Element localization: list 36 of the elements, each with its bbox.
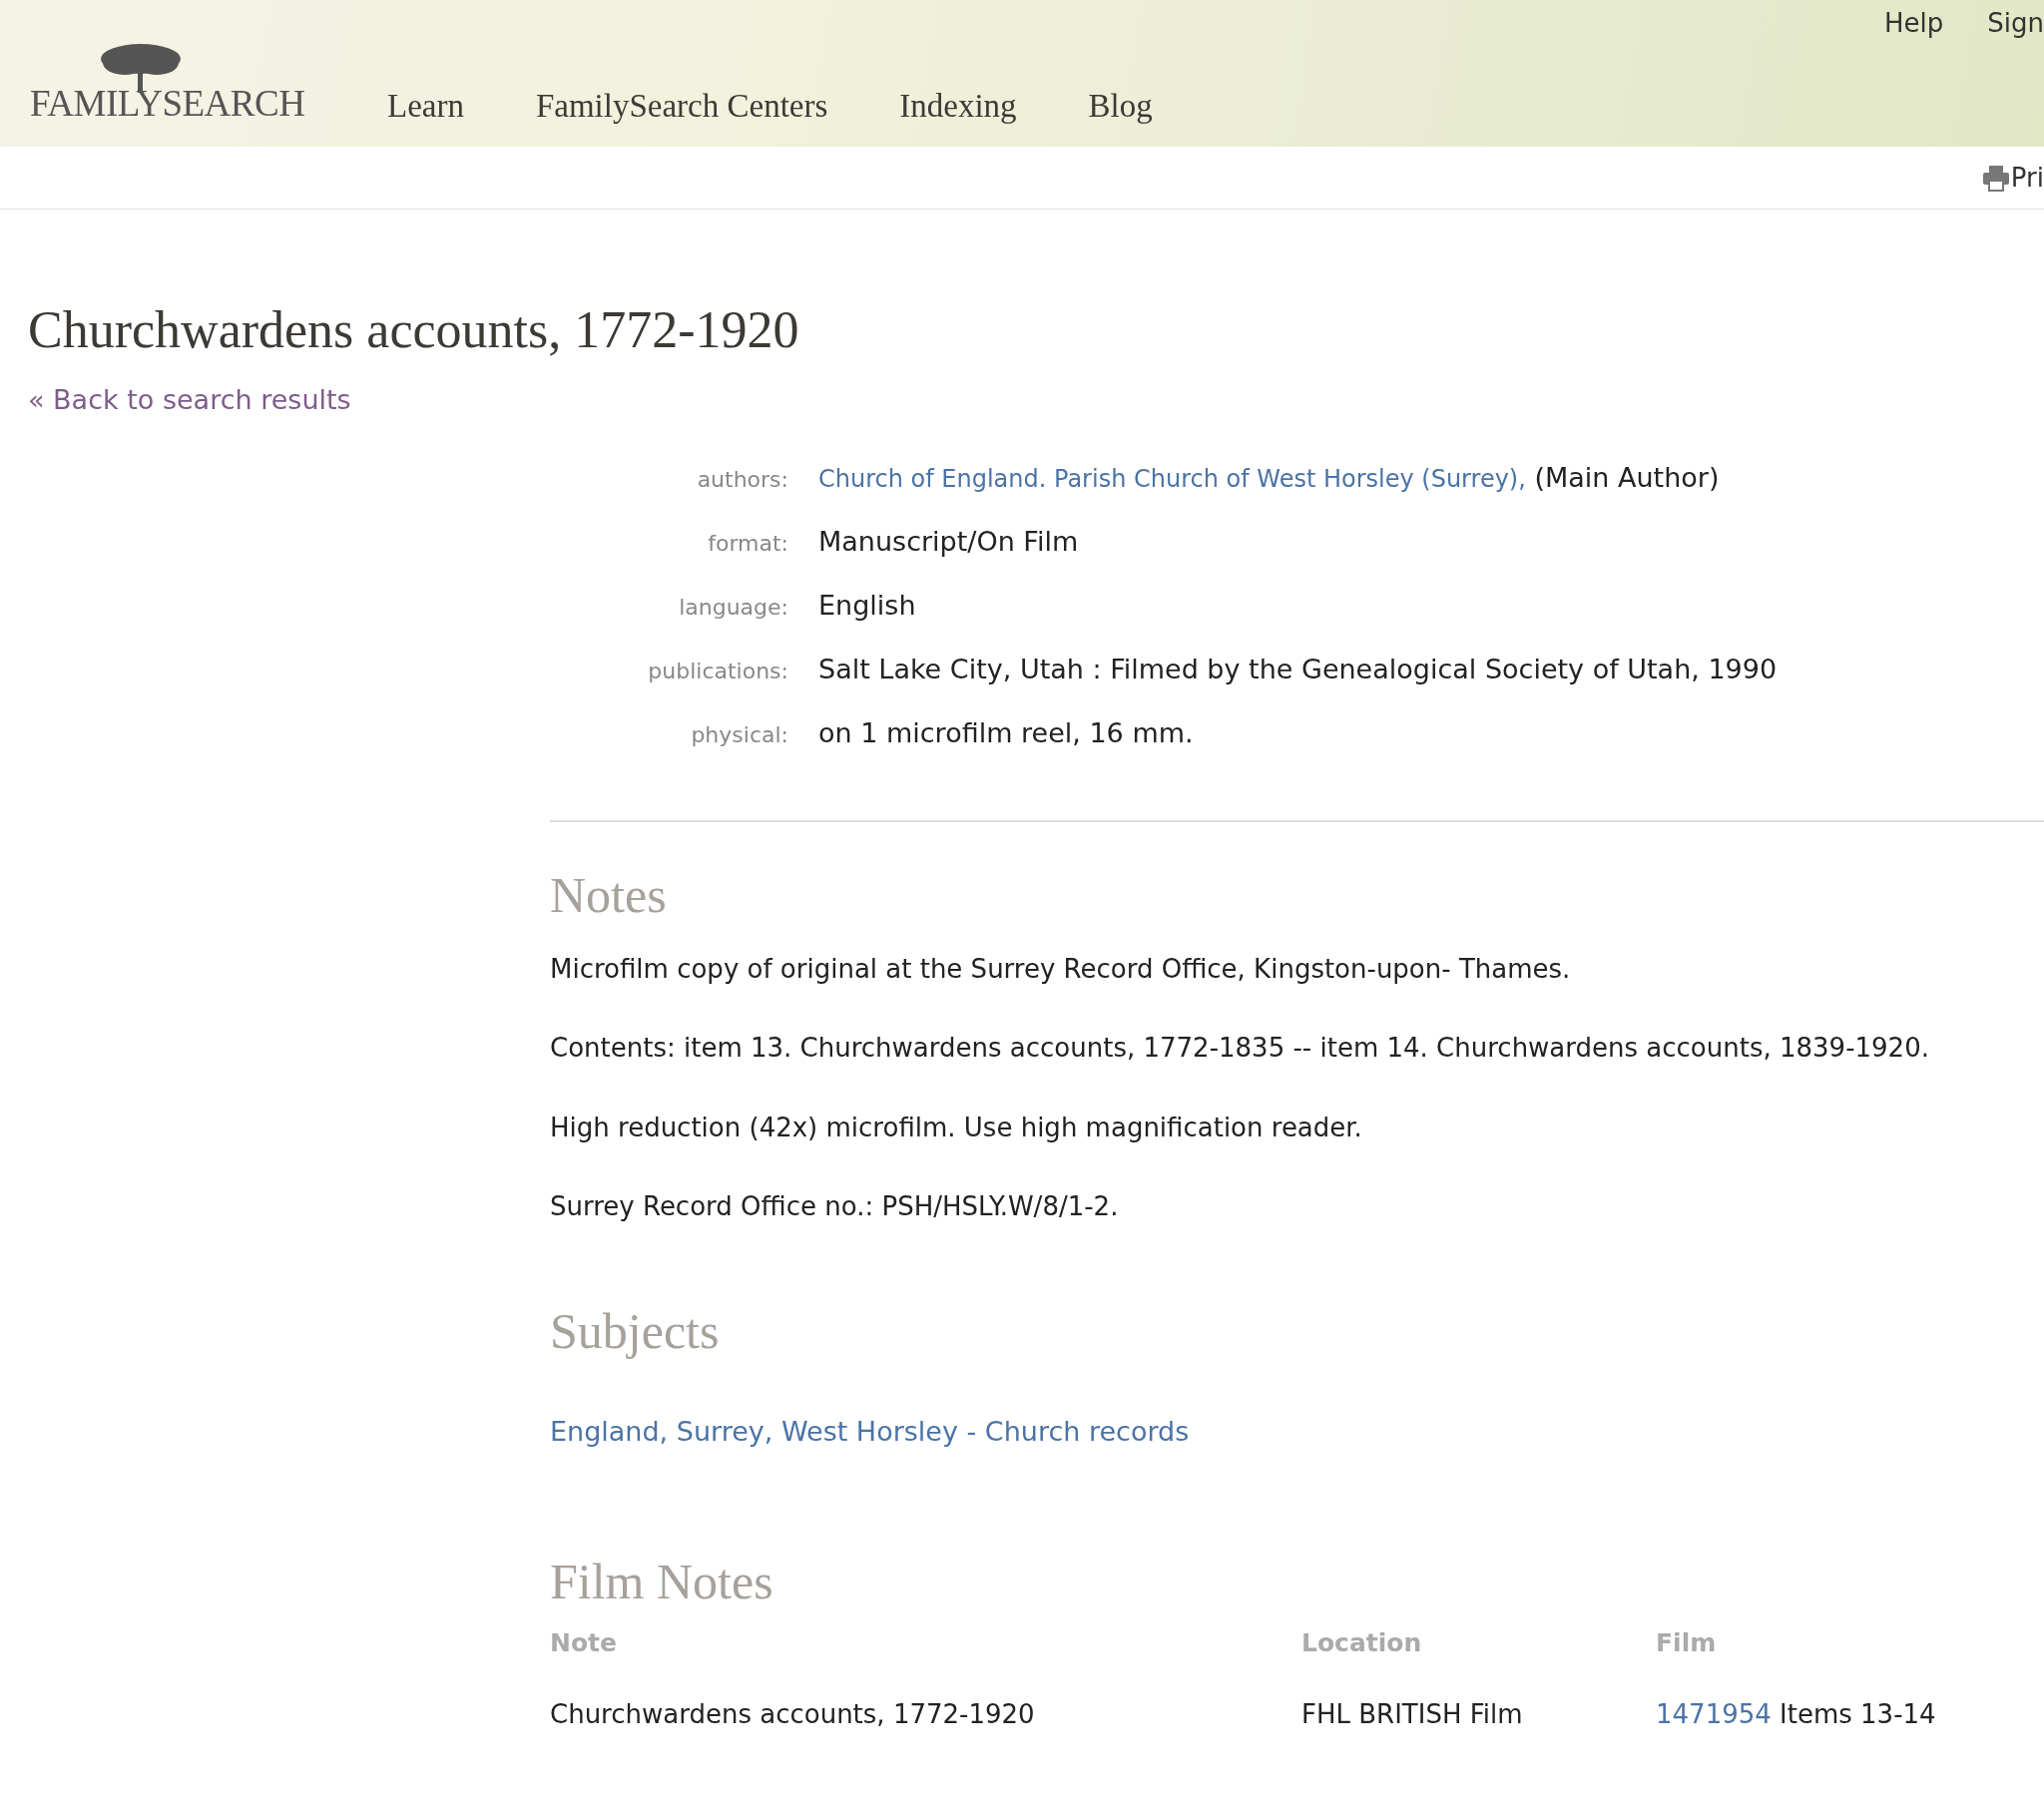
field-label: language: — [678, 594, 788, 623]
nav-link[interactable]: FamilySearch Centers — [535, 88, 828, 125]
note-text: Contents: item 13. Churchwardens accounts, 1772-1835 -- item 14. Churchwardens accounts, 1839-1920. — [550, 1033, 1930, 1065]
section-heading: Notes — [550, 870, 668, 921]
column-header: Note — [550, 1627, 618, 1657]
nav-link[interactable]: Learn — [387, 88, 464, 125]
note-text: Surrey Record Office no.: PSH/HSLY.W/8/1-2. — [550, 1190, 1120, 1222]
header-link[interactable]: Help — [1884, 8, 1944, 38]
film-items: Items 13-14 — [1780, 1698, 1936, 1729]
field-label: authors: — [696, 466, 788, 495]
note-text: High reduction (42x) microfilm. Use high magnification reader. — [550, 1112, 1363, 1143]
table-cell-text: Churchwardens accounts, 1772-1920 — [550, 1697, 1036, 1729]
field-value: (Main Author) — [1534, 462, 1720, 494]
print-link[interactable]: Pri — [2010, 163, 2044, 193]
back-link[interactable]: « Back to search results — [28, 384, 351, 416]
author-link[interactable]: Church of England. Parish Church of West Horsley (Surrey), — [818, 465, 1526, 494]
column-header: Film — [1656, 1627, 1718, 1657]
field-value: English — [818, 589, 917, 624]
field-label: physical: — [690, 721, 788, 750]
note-text: Microfilm copy of original at the Surrey Record Office, Kingston-upon- Thames. — [550, 954, 1572, 986]
header-link[interactable]: Sign — [1987, 8, 2044, 38]
field-value: on 1 microfilm reel, 16 mm. — [818, 716, 1195, 751]
nav-link[interactable]: Blog — [1088, 88, 1153, 125]
column-header: Location — [1301, 1627, 1423, 1657]
film-link[interactable]: 1471954 — [1656, 1698, 1772, 1729]
field-label: format: — [707, 530, 788, 559]
field-value: Salt Lake City, Utah : Filmed by the Genealogical Society of Utah, 1990 — [818, 653, 1779, 687]
printer-icon[interactable] — [1980, 163, 2011, 193]
record-title: Churchwardens accounts, 1772-1920 — [28, 301, 800, 359]
field-value: Manuscript/On Film — [818, 525, 1080, 560]
section-heading: Film Notes — [550, 1556, 774, 1606]
nav-link[interactable]: Indexing — [899, 88, 1017, 125]
logo[interactable]: FAMILYSEARCH — [30, 82, 305, 125]
table-cell-text: FHL BRITISH Film — [1301, 1697, 1524, 1729]
subject-link[interactable]: England, Surrey, West Horsley - Church records — [550, 1415, 1190, 1447]
field-label: publications: — [647, 658, 788, 686]
